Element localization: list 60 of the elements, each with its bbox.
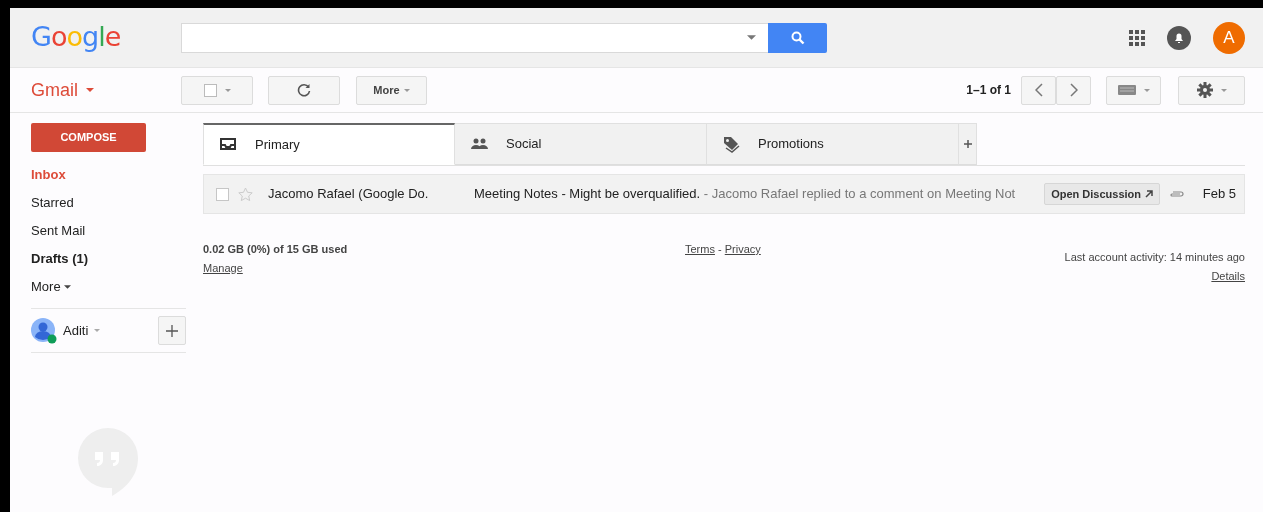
email-sender: Jacomo Rafael (Google Do. [268, 185, 430, 204]
app-title[interactable]: Gmail [31, 76, 78, 104]
refresh-button[interactable] [268, 75, 340, 105]
chevron-right-icon [1069, 83, 1078, 97]
search-button[interactable] [768, 22, 827, 53]
caret-icon [403, 88, 410, 92]
notification-icon[interactable] [1167, 25, 1191, 50]
nav-item[interactable]: Inbox [31, 161, 203, 189]
separator-text: - [717, 243, 723, 255]
caret-icon[interactable] [747, 35, 756, 40]
privacy-link[interactable]: Privacy [724, 243, 761, 255]
avatar-icon[interactable] [31, 317, 57, 344]
search-field[interactable] [181, 22, 768, 53]
chevron-left-icon [1034, 83, 1043, 97]
category-tab[interactable]: Social [455, 123, 707, 165]
plus-icon [963, 140, 972, 148]
pagination-text: 1–1 of 1 [966, 82, 1011, 99]
caret-icon [1143, 88, 1150, 92]
category-tab[interactable]: Primary [203, 123, 455, 165]
email-subject: Meeting Notes - Might be overqualified. - Jacomo Rafael replied to a comment on Meeting Not [474, 185, 1017, 204]
manage-link[interactable]: Manage [203, 261, 243, 274]
nav-item[interactable]: Drafts (1) [31, 245, 203, 273]
star-icon[interactable] [238, 186, 253, 202]
terms-link[interactable]: Terms [685, 243, 715, 255]
caret-icon [1220, 88, 1227, 92]
caret-icon [224, 88, 231, 92]
storage-text: 0.02 GB (0%) of 15 GB used [203, 242, 349, 257]
plus-icon [166, 324, 178, 337]
settings-icon [1196, 82, 1213, 98]
inbox-icon [220, 136, 237, 153]
account-activity-text: Last account activity: 14 minutes ago [1064, 250, 1245, 265]
add-button[interactable] [158, 316, 186, 345]
open-discussion-button[interactable]: Open Discussion [1044, 182, 1160, 206]
add-tab-button[interactable] [959, 123, 977, 165]
next-button[interactable] [1056, 75, 1091, 105]
caret-icon[interactable] [94, 329, 101, 332]
refresh-icon [297, 83, 311, 97]
more-button[interactable]: More [356, 75, 427, 105]
caret-icon[interactable] [86, 88, 94, 92]
previous-button[interactable] [1021, 75, 1056, 105]
caret-icon [63, 285, 71, 289]
search-icon [790, 31, 805, 46]
keyboard-icon [1117, 85, 1136, 95]
nav-item[interactable]: More [31, 273, 203, 301]
tag-icon [723, 135, 740, 153]
account-name[interactable]: Aditi [63, 320, 89, 341]
checkbox[interactable] [216, 187, 229, 201]
arrow-icon [1145, 190, 1153, 198]
keyboard-button[interactable] [1106, 75, 1161, 105]
checkbox-icon [203, 83, 217, 97]
category-tab[interactable]: Promotions [707, 123, 959, 165]
nav-item[interactable]: Starred [31, 189, 203, 217]
email-row[interactable]: Jacomo Rafael (Google Do. Meeting Notes - Might be overqualified. - Jacomo Rafael replied to a comment on Meeting Not Open Discussion Feb 5 [203, 174, 1245, 214]
email-date: Feb 5 [1201, 185, 1237, 204]
select-button[interactable] [181, 75, 253, 105]
details-link[interactable]: Details [1211, 269, 1245, 282]
settings-button[interactable] [1178, 75, 1245, 105]
compose-button[interactable]: COMPOSE [31, 123, 146, 152]
apps-grid-icon[interactable] [1129, 29, 1145, 46]
nav-item[interactable]: Sent Mail [31, 217, 203, 245]
